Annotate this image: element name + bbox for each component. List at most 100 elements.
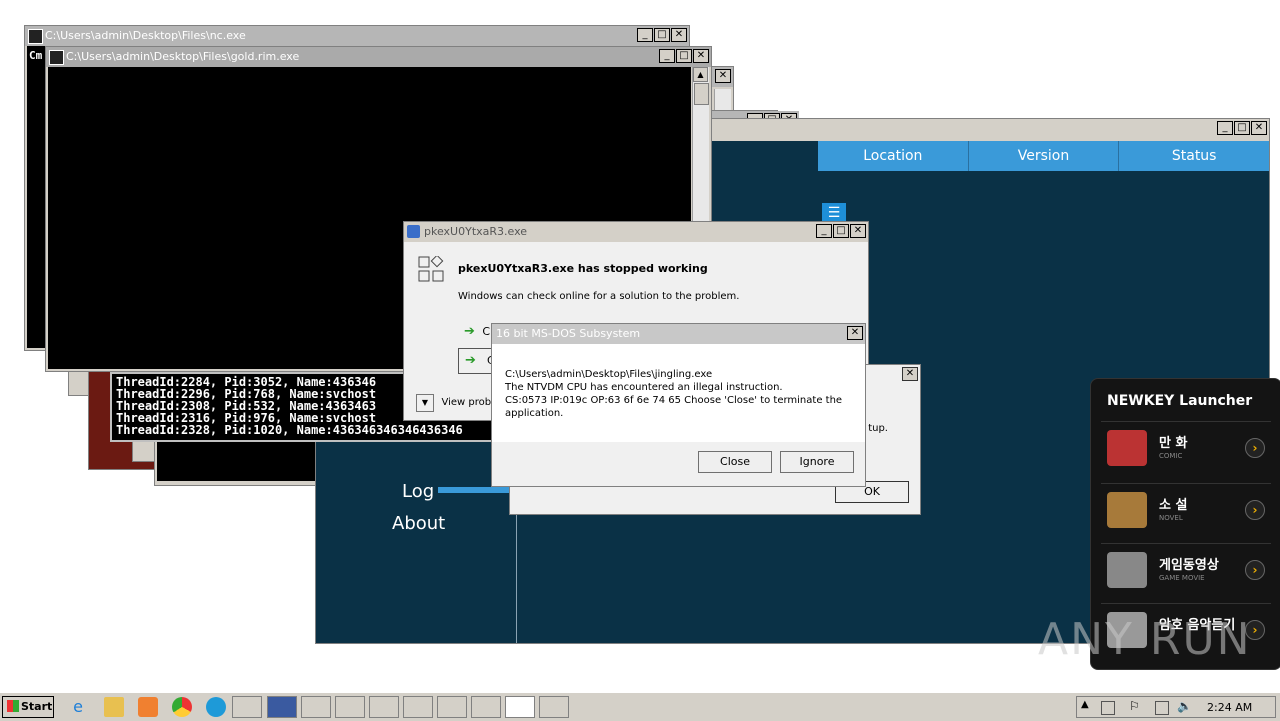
taskbar-app-6[interactable] xyxy=(403,696,433,718)
close-button[interactable]: ✕ xyxy=(850,224,866,238)
crash-heading: pkexU0YtxaR3.exe has stopped working xyxy=(458,262,708,275)
newkey-item-novel[interactable]: 소 설 NOVEL › xyxy=(1101,483,1271,540)
gold-title: C:\Users\admin\Desktop\Files\gold.rim.ex… xyxy=(66,50,300,63)
msdos-title: 16 bit MS-DOS Subsystem xyxy=(496,327,641,340)
close-button[interactable]: ✕ xyxy=(715,69,731,83)
crash-title: pkexU0YtxaR3.exe xyxy=(424,225,528,238)
back-dialog-text: tup. xyxy=(868,423,888,434)
newkey-title: NEWKEY Launcher xyxy=(1107,393,1253,409)
option-check-online[interactable]: ➔ C xyxy=(464,324,490,339)
hamburger-icon[interactable]: ☰ xyxy=(822,203,846,223)
taskbar-app-1[interactable] xyxy=(232,696,262,718)
close-button[interactable]: ✕ xyxy=(847,326,863,340)
maximize-button[interactable]: □ xyxy=(1234,121,1250,135)
column-location[interactable]: Location xyxy=(818,141,969,171)
taskbar-app-9[interactable] xyxy=(505,696,535,718)
maximize-button[interactable]: □ xyxy=(833,224,849,238)
close-button[interactable]: ✕ xyxy=(902,367,918,381)
taskbar-app-3[interactable] xyxy=(301,696,331,718)
menu-item-about[interactable]: About xyxy=(392,513,445,534)
taskbar-app-4[interactable] xyxy=(335,696,365,718)
taskbar-app-5[interactable] xyxy=(369,696,399,718)
nc-titlebar[interactable]: C:\Users\admin\Desktop\Files\nc.exe _ □ … xyxy=(25,26,689,46)
flag-icon[interactable]: ⚐ xyxy=(1129,699,1140,713)
novel-icon xyxy=(1107,492,1147,528)
nc-console-text: Cm xyxy=(29,49,43,62)
close-button[interactable]: ✕ xyxy=(671,28,687,42)
msdos-ignore-button[interactable]: Ignore xyxy=(780,451,854,473)
newkey-item-game-movie[interactable]: 게임동영상 GAME MOVIE › xyxy=(1101,543,1271,600)
msdos-line-2: CS:0573 IP:019c OP:63 6f 6e 74 65 Choose… xyxy=(505,395,843,406)
column-version[interactable]: Version xyxy=(969,141,1120,171)
media-player-icon[interactable] xyxy=(138,697,158,717)
newkey-item-sub: COMIC xyxy=(1159,452,1183,460)
msdos-line-1: The NTVDM CPU has encountered an illegal… xyxy=(505,382,783,393)
taskbar: Start e ▲ ⚐ 🔈 2:24 AM xyxy=(0,692,1280,721)
arrow-right-icon: ➔ xyxy=(464,324,475,339)
start-label: Start xyxy=(21,700,53,713)
system-tray: ▲ ⚐ 🔈 2:24 AM xyxy=(1076,696,1276,718)
msdos-dialog[interactable]: 16 bit MS-DOS Subsystem ✕ C:\Users\admin… xyxy=(491,323,866,487)
taskbar-app-2[interactable] xyxy=(267,696,297,718)
newkey-item-label: 만 화 xyxy=(1159,436,1188,451)
minimize-button[interactable]: _ xyxy=(637,28,653,42)
folder-icon[interactable] xyxy=(104,697,124,717)
close-button[interactable]: ✕ xyxy=(693,49,709,63)
arrow-right-icon: ➔ xyxy=(465,353,476,368)
newkey-item-sub: GAME MOVIE xyxy=(1159,574,1205,582)
taskbar-app-10[interactable] xyxy=(539,696,569,718)
gold-titlebar[interactable]: C:\Users\admin\Desktop\Files\gold.rim.ex… xyxy=(46,47,711,67)
console-icon xyxy=(49,50,64,65)
newkey-item-comic[interactable]: 만 화 COMIC › xyxy=(1101,421,1271,478)
thread-line: ThreadId:2316, Pid:976, Name:svchost xyxy=(116,411,377,425)
taskbar-app-7[interactable] xyxy=(437,696,467,718)
console-icon xyxy=(28,29,43,44)
crash-body: Windows can check online for a solution … xyxy=(458,291,740,302)
tray-app-icon[interactable] xyxy=(1101,701,1115,715)
volume-icon[interactable]: 🔈 xyxy=(1177,699,1192,713)
scroll-up-button[interactable]: ▲ xyxy=(693,67,708,82)
chrome-icon[interactable] xyxy=(172,697,192,717)
msdos-message: C:\Users\admin\Desktop\Files\jingling.ex… xyxy=(492,344,865,442)
anyrun-watermark: ANY RUN xyxy=(1038,614,1252,665)
problem-icon xyxy=(418,254,446,284)
chevron-right-icon[interactable]: › xyxy=(1245,560,1265,580)
msdos-line-3: application. xyxy=(505,408,564,419)
view-problem-details: View probl xyxy=(441,397,494,408)
option-1-label: C xyxy=(482,325,491,338)
column-status[interactable]: Status xyxy=(1119,141,1269,171)
gamepad-icon xyxy=(1107,552,1147,588)
chevron-right-icon[interactable]: › xyxy=(1245,500,1265,520)
edge-icon[interactable] xyxy=(206,697,226,717)
app-icon xyxy=(407,225,420,238)
msdos-titlebar[interactable]: 16 bit MS-DOS Subsystem ✕ xyxy=(492,324,865,344)
details-toggle[interactable]: ▼ View probl xyxy=(416,394,494,412)
menu-highlight xyxy=(438,487,510,493)
tray-expand-icon[interactable]: ▲ xyxy=(1081,699,1089,710)
windows-logo-icon xyxy=(7,700,19,712)
minimize-button[interactable]: _ xyxy=(1217,121,1233,135)
minimize-button[interactable]: _ xyxy=(659,49,675,63)
close-button[interactable]: ✕ xyxy=(1251,121,1267,135)
thread-line: ThreadId:2328, Pid:1020, Name:4363463463… xyxy=(116,424,463,436)
network-icon[interactable] xyxy=(1155,701,1169,715)
menu-item-log[interactable]: Log xyxy=(402,481,434,502)
msdos-path: C:\Users\admin\Desktop\Files\jingling.ex… xyxy=(505,369,713,380)
ie-icon[interactable]: e xyxy=(68,697,88,717)
nc-title: C:\Users\admin\Desktop\Files\nc.exe xyxy=(45,29,246,42)
taskbar-app-8[interactable] xyxy=(471,696,501,718)
newkey-item-label: 게임동영상 xyxy=(1159,558,1219,573)
table-header: Location Version Status xyxy=(818,141,1269,171)
maximize-button[interactable]: □ xyxy=(676,49,692,63)
minimize-button[interactable]: _ xyxy=(816,224,832,238)
comic-icon xyxy=(1107,430,1147,466)
start-button[interactable]: Start xyxy=(2,696,54,718)
newkey-item-label: 소 설 xyxy=(1159,498,1188,513)
clock[interactable]: 2:24 AM xyxy=(1207,701,1252,714)
crash-titlebar[interactable]: pkexU0YtxaR3.exe _ □ ✕ xyxy=(404,222,868,242)
msdos-close-button[interactable]: Close xyxy=(698,451,772,473)
chevron-right-icon[interactable]: › xyxy=(1245,438,1265,458)
newkey-item-sub: NOVEL xyxy=(1159,514,1183,522)
chevron-down-icon: ▼ xyxy=(416,394,434,412)
maximize-button[interactable]: □ xyxy=(654,28,670,42)
